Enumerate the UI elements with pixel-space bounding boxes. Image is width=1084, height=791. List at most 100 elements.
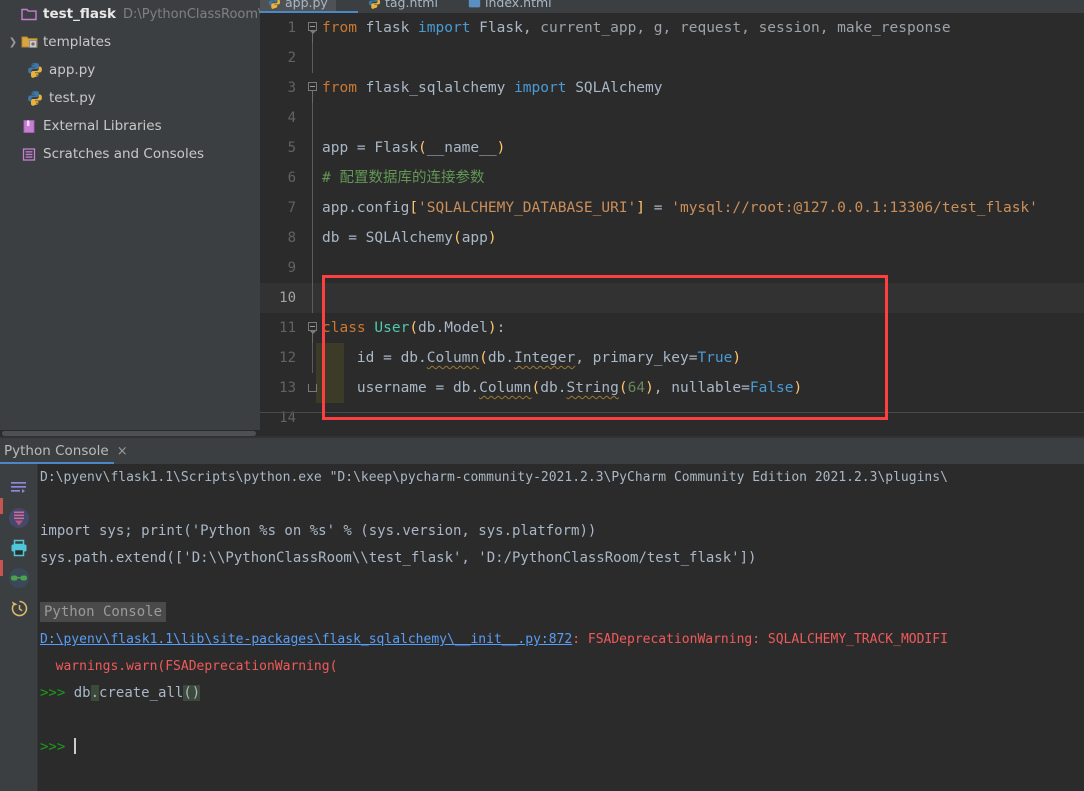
fold-guide: [306, 193, 322, 223]
code-comment: # 配置数据库的连接参数: [322, 170, 485, 186]
scroll-to-end-icon[interactable]: [7, 506, 31, 530]
line-number: 2: [287, 50, 296, 66]
fold-guide: [306, 163, 322, 193]
line-number: 3: [287, 80, 296, 96]
console-output[interactable]: D:\pyenv\flask1.1\Scripts\python.exe "D:…: [38, 464, 1084, 791]
code-line[interactable]: 3 from flask_sqlalchemy import SQLAlchem…: [260, 73, 1084, 103]
code-line[interactable]: 9: [260, 253, 1084, 283]
code-text: db = SQLAlchemy(app): [322, 230, 497, 246]
code-line[interactable]: 1 from flask import Flask, current_app, …: [260, 13, 1084, 43]
code-line[interactable]: 5 app = Flask(__name__): [260, 133, 1084, 163]
code-text: username = db.Column(db.String(64), null…: [322, 380, 803, 396]
tree-item-external-libraries[interactable]: › External Libraries: [0, 112, 260, 140]
tab-label: index.html: [485, 0, 552, 10]
console-line-import-sys: import sys; print('Python %s on %s' % (s…: [40, 523, 597, 539]
code-line[interactable]: 13 username = db.Column(db.String(64), n…: [260, 373, 1084, 403]
fold-marker[interactable]: [306, 313, 322, 343]
line-number: 9: [287, 260, 296, 276]
console-line-warning: D:\pyenv\flask1.1\lib\site-packages\flas…: [38, 626, 1084, 653]
tree-item-scratches-and-consoles[interactable]: › Scratches and Consoles: [0, 140, 260, 168]
tree-item-test-flask[interactable]: › test_flask D:\PythonClassRoom\test_fla…: [0, 0, 260, 28]
fold-guide: [306, 133, 322, 163]
console-file-link[interactable]: D:\pyenv\flask1.1\lib\site-packages\flas…: [40, 632, 572, 647]
tree-item-test-py[interactable]: test.py: [0, 84, 260, 112]
code-line[interactable]: 12 id = db.Column(db.Integer, primary_ke…: [260, 343, 1084, 403]
fold-guide: [306, 343, 344, 403]
line-number: 11: [279, 320, 296, 336]
fold-marker[interactable]: [306, 73, 322, 103]
library-icon: [20, 117, 38, 135]
code-text: class User(db.Model):: [322, 320, 506, 336]
show-variables-icon[interactable]: [7, 566, 31, 590]
code-line[interactable]: 6 # 配置数据库的连接参数: [260, 163, 1084, 193]
editor-area: app.py tag.html index.html 1 from flask …: [260, 0, 1084, 436]
text-cursor: [73, 738, 76, 754]
line-number: 14: [279, 410, 296, 426]
console-command-db: db: [73, 685, 91, 701]
code-editor[interactable]: 1 from flask import Flask, current_app, …: [260, 13, 1084, 426]
scratches-icon: [20, 145, 38, 163]
close-icon[interactable]: ×: [117, 444, 128, 459]
console-toolbar: [0, 464, 38, 791]
console-input-line[interactable]: >>>: [38, 734, 1084, 761]
code-line[interactable]: 4: [260, 103, 1084, 133]
code-line-current[interactable]: 10: [260, 283, 1084, 313]
console-line-sys-path: sys.path.extend(['D:\\PythonClassRoom\\t…: [40, 550, 757, 566]
print-icon[interactable]: [7, 536, 31, 560]
code-line[interactable]: 11 class User(db.Model):: [260, 313, 1084, 343]
tab-tag-html[interactable]: tag.html: [360, 0, 446, 13]
tab-label: app.py: [285, 0, 328, 10]
code-text: from flask import Flask, current_app, g,…: [322, 20, 951, 36]
line-number: 4: [287, 110, 296, 126]
tab-index-html[interactable]: index.html: [460, 0, 560, 13]
code-line[interactable]: 2: [260, 43, 1084, 73]
html-file-icon: [468, 0, 481, 9]
code-line[interactable]: 14: [260, 403, 1084, 433]
tab-python-console[interactable]: Python Console ×: [0, 440, 136, 462]
tree-item-path: D:\PythonClassRoom\test_flask: [122, 6, 260, 22]
tree-item-label: test.py: [49, 90, 96, 106]
fold-guide: [306, 103, 322, 133]
line-number: 5: [287, 140, 296, 156]
console-prompt: >>>: [40, 739, 66, 755]
fold-guide: [306, 403, 322, 433]
tree-item-templates[interactable]: ❯ templates: [0, 28, 260, 56]
console-warning-text: : FSADeprecationWarning: SQLALCHEMY_TRAC…: [572, 632, 948, 647]
fold-guide: [306, 223, 322, 253]
console-line-command: D:\pyenv\flask1.1\Scripts\python.exe "D:…: [40, 470, 948, 485]
console-line-warnings-warn: warnings.warn(FSADeprecationWarning(: [40, 659, 338, 674]
line-number: 7: [287, 200, 296, 216]
line-number: 6: [287, 170, 296, 186]
line-number: 8: [287, 230, 296, 246]
tree-item-app-py[interactable]: app.py: [0, 56, 260, 84]
tab-label: tag.html: [385, 0, 438, 10]
code-line[interactable]: 8 db = SQLAlchemy(app): [260, 223, 1084, 253]
editor-bottom-divider: [260, 412, 1084, 413]
soft-wrap-icon[interactable]: [7, 476, 31, 500]
console-prompt: >>>: [40, 685, 66, 701]
folder-project-icon: [20, 5, 38, 23]
console-tab-label: Python Console: [4, 443, 109, 459]
code-text: app.config['SQLALCHEMY_DATABASE_URI'] = …: [322, 200, 1038, 216]
line-number: 13: [279, 380, 296, 396]
python-file-icon: [26, 89, 44, 107]
editor-tab-strip: app.py tag.html index.html: [260, 0, 1084, 13]
fold-guide: [306, 43, 322, 73]
tree-item-label: templates: [43, 34, 111, 50]
command-history-icon[interactable]: [7, 596, 31, 620]
chevron-right-icon[interactable]: ❯: [6, 37, 20, 48]
line-number: 10: [279, 290, 296, 306]
console-command-dot: .: [90, 685, 100, 701]
fold-marker[interactable]: [306, 13, 322, 43]
code-line[interactable]: 7 app.config['SQLALCHEMY_DATABASE_URI'] …: [260, 193, 1084, 223]
console-line-banner: Python Console: [38, 599, 1084, 626]
tree-item-label: test_flask: [43, 6, 116, 22]
fold-marker-end[interactable]: [306, 373, 322, 403]
